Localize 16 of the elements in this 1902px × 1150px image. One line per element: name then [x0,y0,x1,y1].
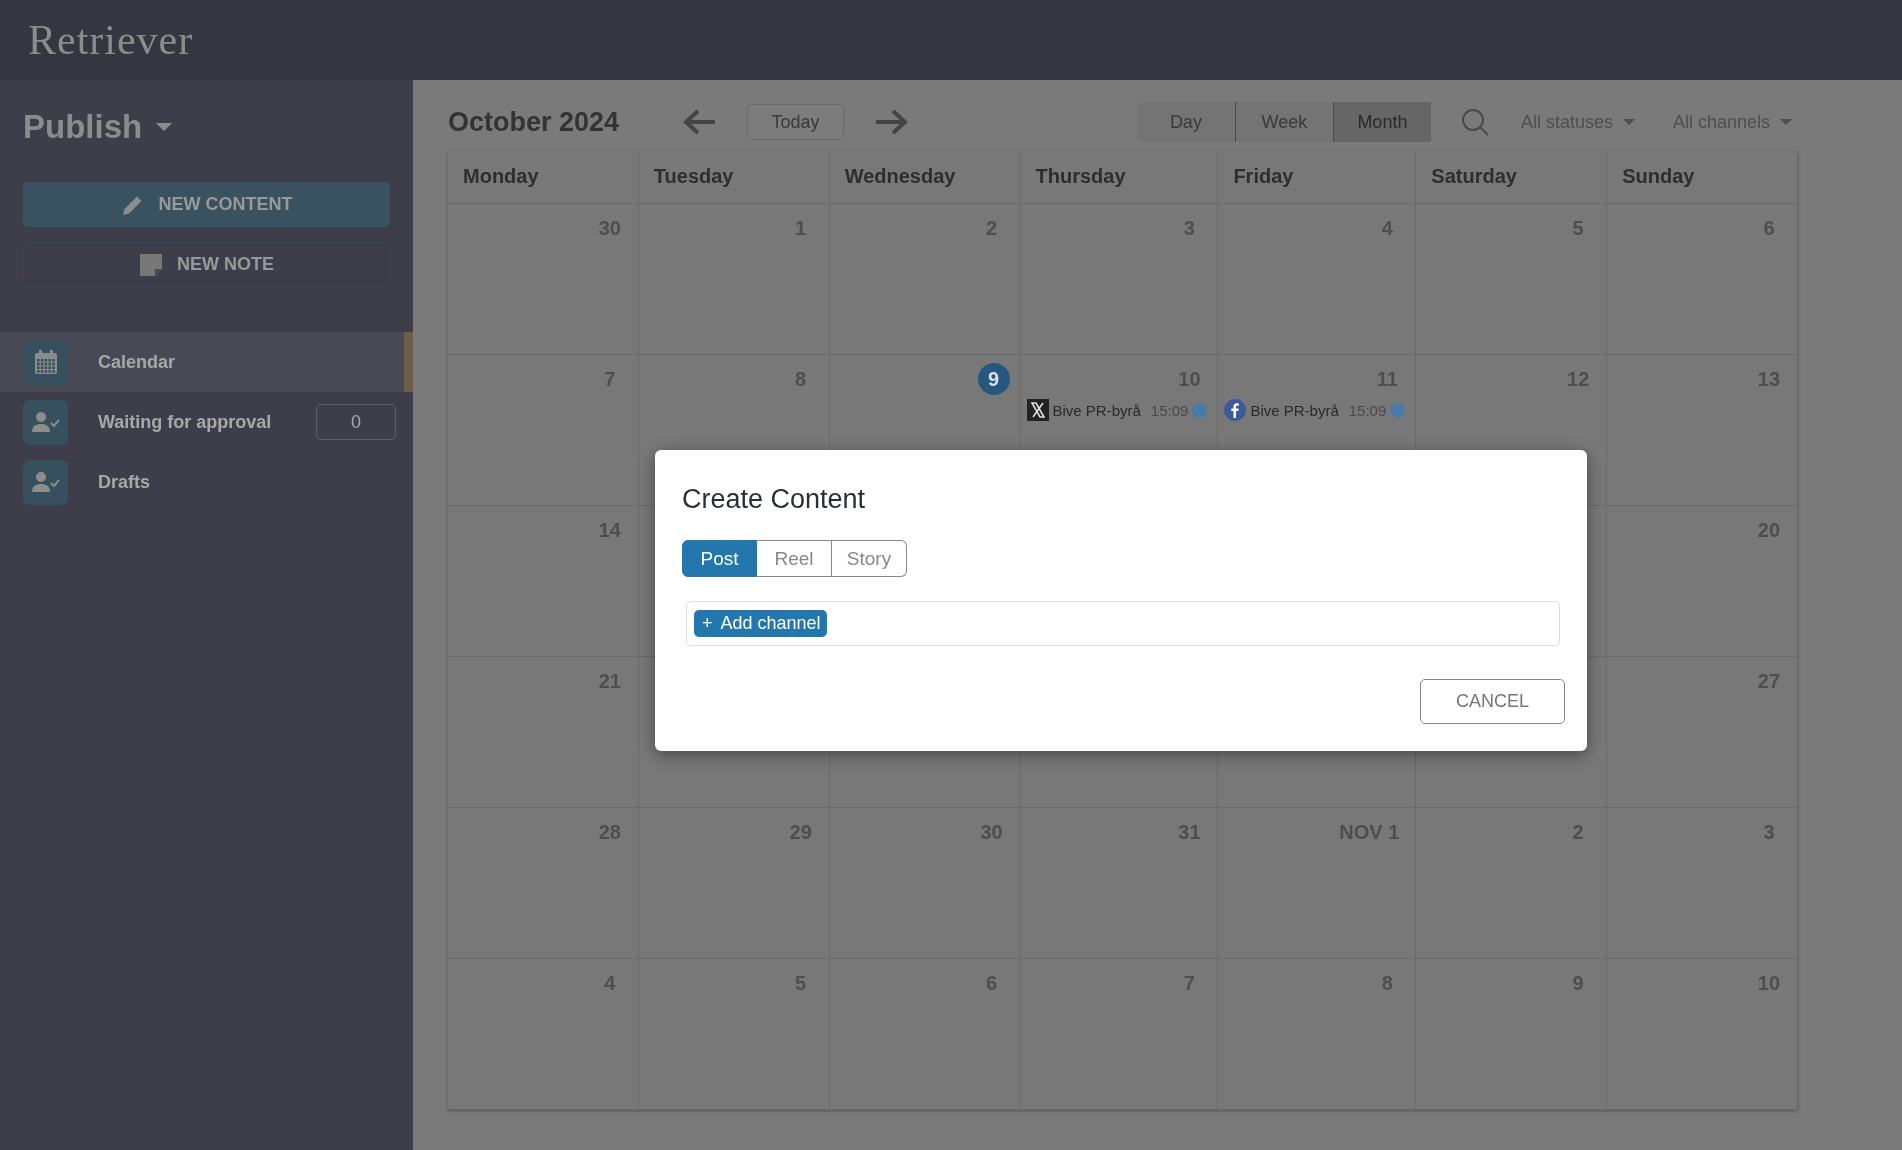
nav-label: Waiting for approval [98,411,273,433]
month-title: October 2024 [448,106,621,138]
weekday-header: Tuesday [638,152,830,204]
weekday-header: Sunday [1607,152,1798,204]
day-number: 9 [977,363,1010,395]
count-badge: 0 [316,404,396,440]
nav-label: Drafts [98,471,151,493]
account-name: Bive PR-byrå [1052,401,1141,419]
weekday-header: Thursday [1020,152,1219,204]
weekday-header: Saturday [1416,152,1608,204]
weekday-header: Monday [448,152,639,204]
logo: Retriever [28,16,194,64]
weekday-header: Wednesday [829,152,1021,204]
account-name: Bive PR-byrå [1250,401,1339,419]
nav-label: Calendar [98,351,177,373]
weekday-header: Friday [1218,152,1417,204]
